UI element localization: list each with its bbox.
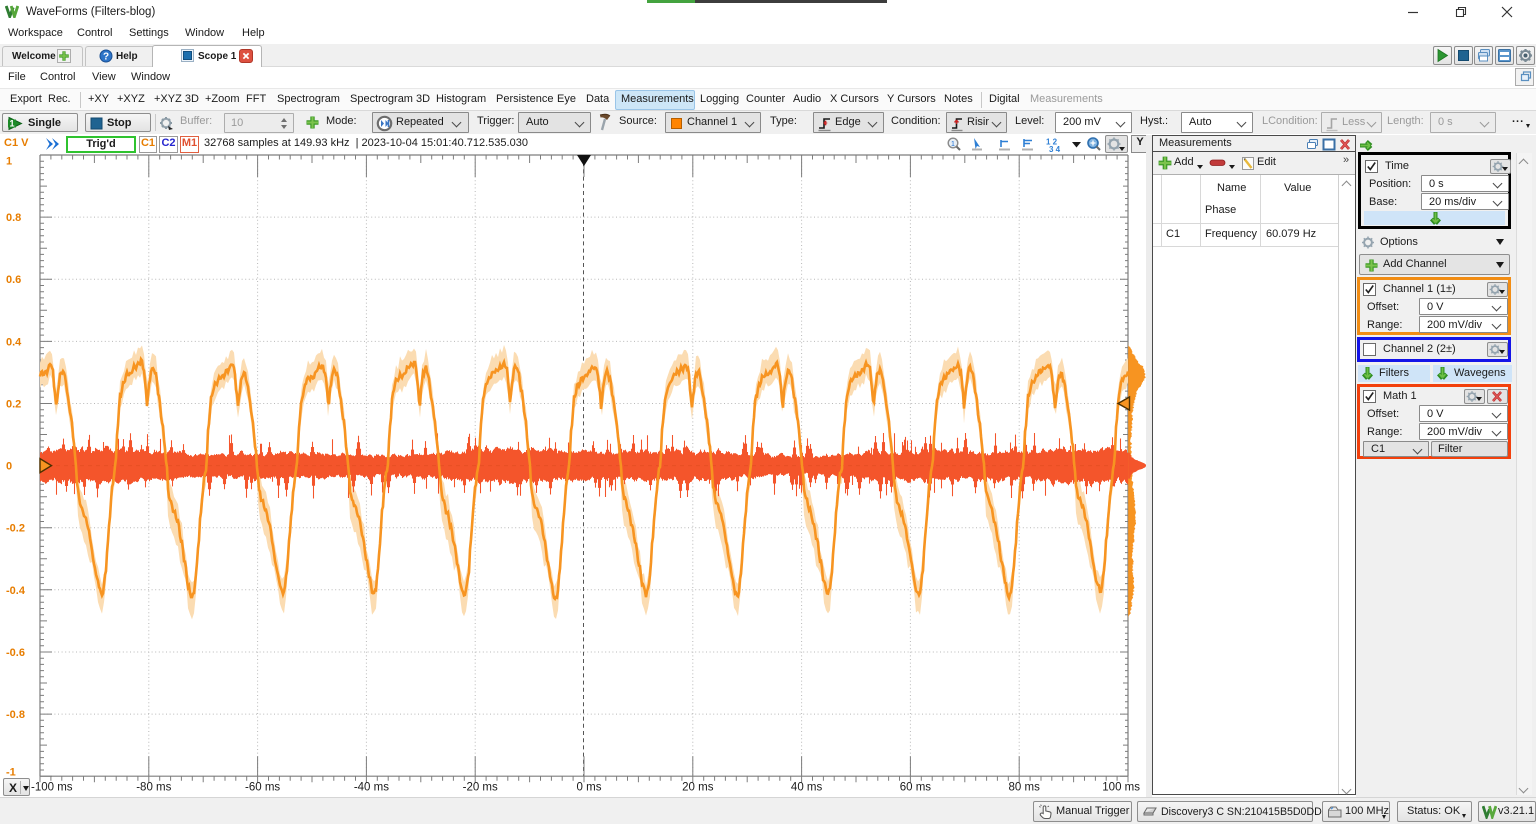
svg-text:1: 1: [951, 141, 955, 148]
svg-text:0 ms: 0 ms: [577, 782, 602, 794]
svg-text:0.4: 0.4: [6, 336, 22, 348]
svg-text:-80 ms: -80 ms: [136, 782, 171, 794]
svg-text:0.2: 0.2: [6, 399, 21, 411]
svg-text:0: 0: [6, 461, 12, 473]
svg-text:-1: -1: [6, 767, 16, 779]
svg-text:60 ms: 60 ms: [900, 782, 932, 794]
svg-text:0.8: 0.8: [6, 212, 21, 224]
svg-text:-40 ms: -40 ms: [354, 782, 389, 794]
svg-text:-60 ms: -60 ms: [245, 782, 280, 794]
svg-text:1: 1: [6, 156, 12, 168]
svg-text:?: ?: [103, 52, 109, 63]
svg-text:40 ms: 40 ms: [791, 782, 823, 794]
svg-text:-0.4: -0.4: [6, 585, 26, 597]
svg-text:-0.6: -0.6: [6, 647, 25, 659]
svg-text:-0.8: -0.8: [6, 709, 25, 721]
svg-text:1: 1: [9, 118, 14, 128]
svg-text:80 ms: 80 ms: [1009, 782, 1041, 794]
svg-text:3 4: 3 4: [1049, 145, 1061, 153]
svg-text:-0.2: -0.2: [6, 523, 25, 535]
svg-text:0.6: 0.6: [6, 274, 21, 286]
svg-text:-100 ms: -100 ms: [31, 782, 73, 794]
svg-text:100 ms: 100 ms: [1102, 782, 1140, 794]
svg-text:20 ms: 20 ms: [682, 782, 714, 794]
svg-text:-20 ms: -20 ms: [463, 782, 498, 794]
